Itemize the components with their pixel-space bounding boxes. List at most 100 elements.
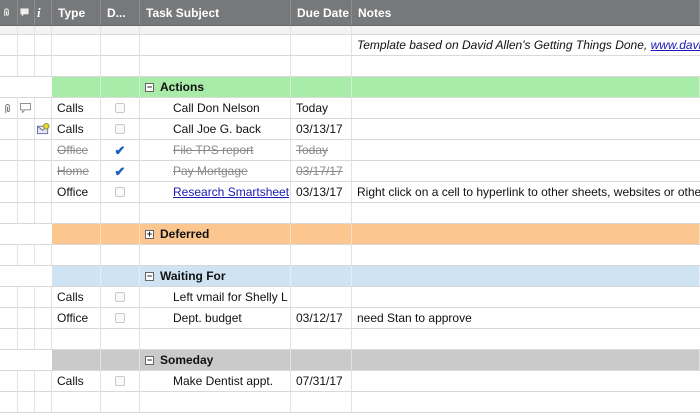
comment-cell[interactable] xyxy=(18,287,35,307)
attachment-cell[interactable] xyxy=(0,161,18,181)
comment-cell[interactable] xyxy=(18,140,35,160)
subject-cell[interactable] xyxy=(140,203,291,223)
attachment-cell[interactable] xyxy=(0,224,18,244)
type-cell[interactable] xyxy=(52,26,101,34)
notes-cell[interactable] xyxy=(352,119,700,139)
davidco-link[interactable]: www.davidco. xyxy=(651,38,700,52)
comment-cell[interactable] xyxy=(18,35,35,55)
group-row-actions[interactable]: − Actions xyxy=(0,77,700,98)
notes-cell[interactable] xyxy=(352,329,700,349)
subject-cell[interactable] xyxy=(140,35,291,55)
done-column-header[interactable]: D... xyxy=(101,0,140,25)
attachment-cell[interactable] xyxy=(0,392,18,412)
done-cell[interactable] xyxy=(101,308,140,328)
comment-cell[interactable] xyxy=(18,77,35,97)
info-cell[interactable] xyxy=(35,98,52,118)
type-cell[interactable]: Calls xyxy=(52,119,101,139)
attachment-cell[interactable] xyxy=(0,329,18,349)
attachment-cell[interactable] xyxy=(0,182,18,202)
info-cell[interactable] xyxy=(35,77,52,97)
type-cell[interactable]: Office xyxy=(52,308,101,328)
due-date-column-header[interactable]: Due Date xyxy=(291,0,352,25)
notes-cell[interactable] xyxy=(352,56,700,76)
type-cell[interactable]: Calls xyxy=(52,371,101,391)
due-cell[interactable] xyxy=(291,26,352,34)
subject-cell[interactable]: Left vmail for Shelly L xyxy=(140,287,291,307)
table-row[interactable]: Office ✔ File TPS report Today xyxy=(0,140,700,161)
table-row[interactable]: Calls Make Dentist appt. 07/31/17 xyxy=(0,371,700,392)
subject-cell[interactable] xyxy=(140,26,291,34)
attachment-cell[interactable] xyxy=(0,350,18,370)
done-cell[interactable]: ✔ xyxy=(101,161,140,181)
done-cell[interactable] xyxy=(101,119,140,139)
attachment-cell[interactable] xyxy=(0,287,18,307)
due-cell[interactable] xyxy=(291,224,352,244)
done-cell[interactable] xyxy=(101,35,140,55)
subject-cell[interactable]: Call Don Nelson xyxy=(140,98,291,118)
due-cell[interactable]: 03/17/17 xyxy=(291,161,352,181)
comment-cell[interactable] xyxy=(18,98,35,118)
comment-cell[interactable] xyxy=(18,26,35,34)
attachment-cell[interactable] xyxy=(0,35,18,55)
due-cell[interactable] xyxy=(291,35,352,55)
info-cell[interactable] xyxy=(35,119,52,139)
comment-cell[interactable] xyxy=(18,182,35,202)
due-cell[interactable] xyxy=(291,245,352,265)
info-cell[interactable] xyxy=(35,224,52,244)
notes-cell[interactable]: Template based on David Allen's Getting … xyxy=(352,35,700,55)
notes-cell[interactable] xyxy=(352,266,700,286)
subject-cell[interactable]: − Actions xyxy=(140,77,291,97)
type-cell[interactable]: Office xyxy=(52,182,101,202)
type-cell[interactable] xyxy=(52,203,101,223)
checkmark-icon[interactable]: ✔ xyxy=(115,165,126,178)
research-smartsheet-link[interactable]: Research Smartsheet xyxy=(173,185,289,199)
notes-cell[interactable] xyxy=(352,26,700,34)
notes-cell[interactable]: need Stan to approve xyxy=(352,308,700,328)
expand-toggle-icon[interactable]: + xyxy=(145,229,154,239)
subject-cell[interactable] xyxy=(140,392,291,412)
info-cell[interactable] xyxy=(35,26,52,34)
subject-cell[interactable] xyxy=(140,329,291,349)
type-cell[interactable] xyxy=(52,392,101,412)
table-row[interactable] xyxy=(0,26,700,35)
group-row-someday[interactable]: − Someday xyxy=(0,350,700,371)
attachment-cell[interactable] xyxy=(0,203,18,223)
due-cell[interactable] xyxy=(291,77,352,97)
due-cell[interactable] xyxy=(291,329,352,349)
attachment-cell[interactable] xyxy=(0,98,18,118)
info-cell[interactable] xyxy=(35,56,52,76)
table-row[interactable]: Template based on David Allen's Getting … xyxy=(0,35,700,56)
notes-cell[interactable] xyxy=(352,371,700,391)
attachment-cell[interactable] xyxy=(0,371,18,391)
table-row[interactable]: Office Research Smartsheet 03/13/17 Righ… xyxy=(0,182,700,203)
comment-cell[interactable] xyxy=(18,266,35,286)
comment-icon[interactable] xyxy=(20,103,31,113)
table-row[interactable]: Calls Left vmail for Shelly L xyxy=(0,287,700,308)
collapse-toggle-icon[interactable]: − xyxy=(145,271,154,281)
type-cell[interactable] xyxy=(52,329,101,349)
notes-cell[interactable] xyxy=(352,287,700,307)
notes-cell[interactable]: Right click on a cell to hyperlink to ot… xyxy=(352,182,700,202)
table-row[interactable] xyxy=(0,203,700,224)
comment-cell[interactable] xyxy=(18,350,35,370)
due-cell[interactable] xyxy=(291,56,352,76)
table-row[interactable] xyxy=(0,392,700,413)
done-cell[interactable] xyxy=(101,392,140,412)
type-cell[interactable] xyxy=(52,266,101,286)
notes-cell[interactable] xyxy=(352,350,700,370)
done-cell[interactable] xyxy=(101,287,140,307)
subject-cell[interactable] xyxy=(140,56,291,76)
attachment-cell[interactable] xyxy=(0,245,18,265)
type-cell[interactable]: Calls xyxy=(52,98,101,118)
notes-cell[interactable] xyxy=(352,140,700,160)
notes-cell[interactable] xyxy=(352,224,700,244)
due-cell[interactable]: 03/13/17 xyxy=(291,119,352,139)
attachment-cell[interactable] xyxy=(0,308,18,328)
table-row[interactable] xyxy=(0,329,700,350)
comment-cell[interactable] xyxy=(18,392,35,412)
info-cell[interactable] xyxy=(35,308,52,328)
comment-cell[interactable] xyxy=(18,56,35,76)
info-column-header[interactable]: i xyxy=(35,0,52,25)
comment-cell[interactable] xyxy=(18,161,35,181)
notes-cell[interactable] xyxy=(352,161,700,181)
